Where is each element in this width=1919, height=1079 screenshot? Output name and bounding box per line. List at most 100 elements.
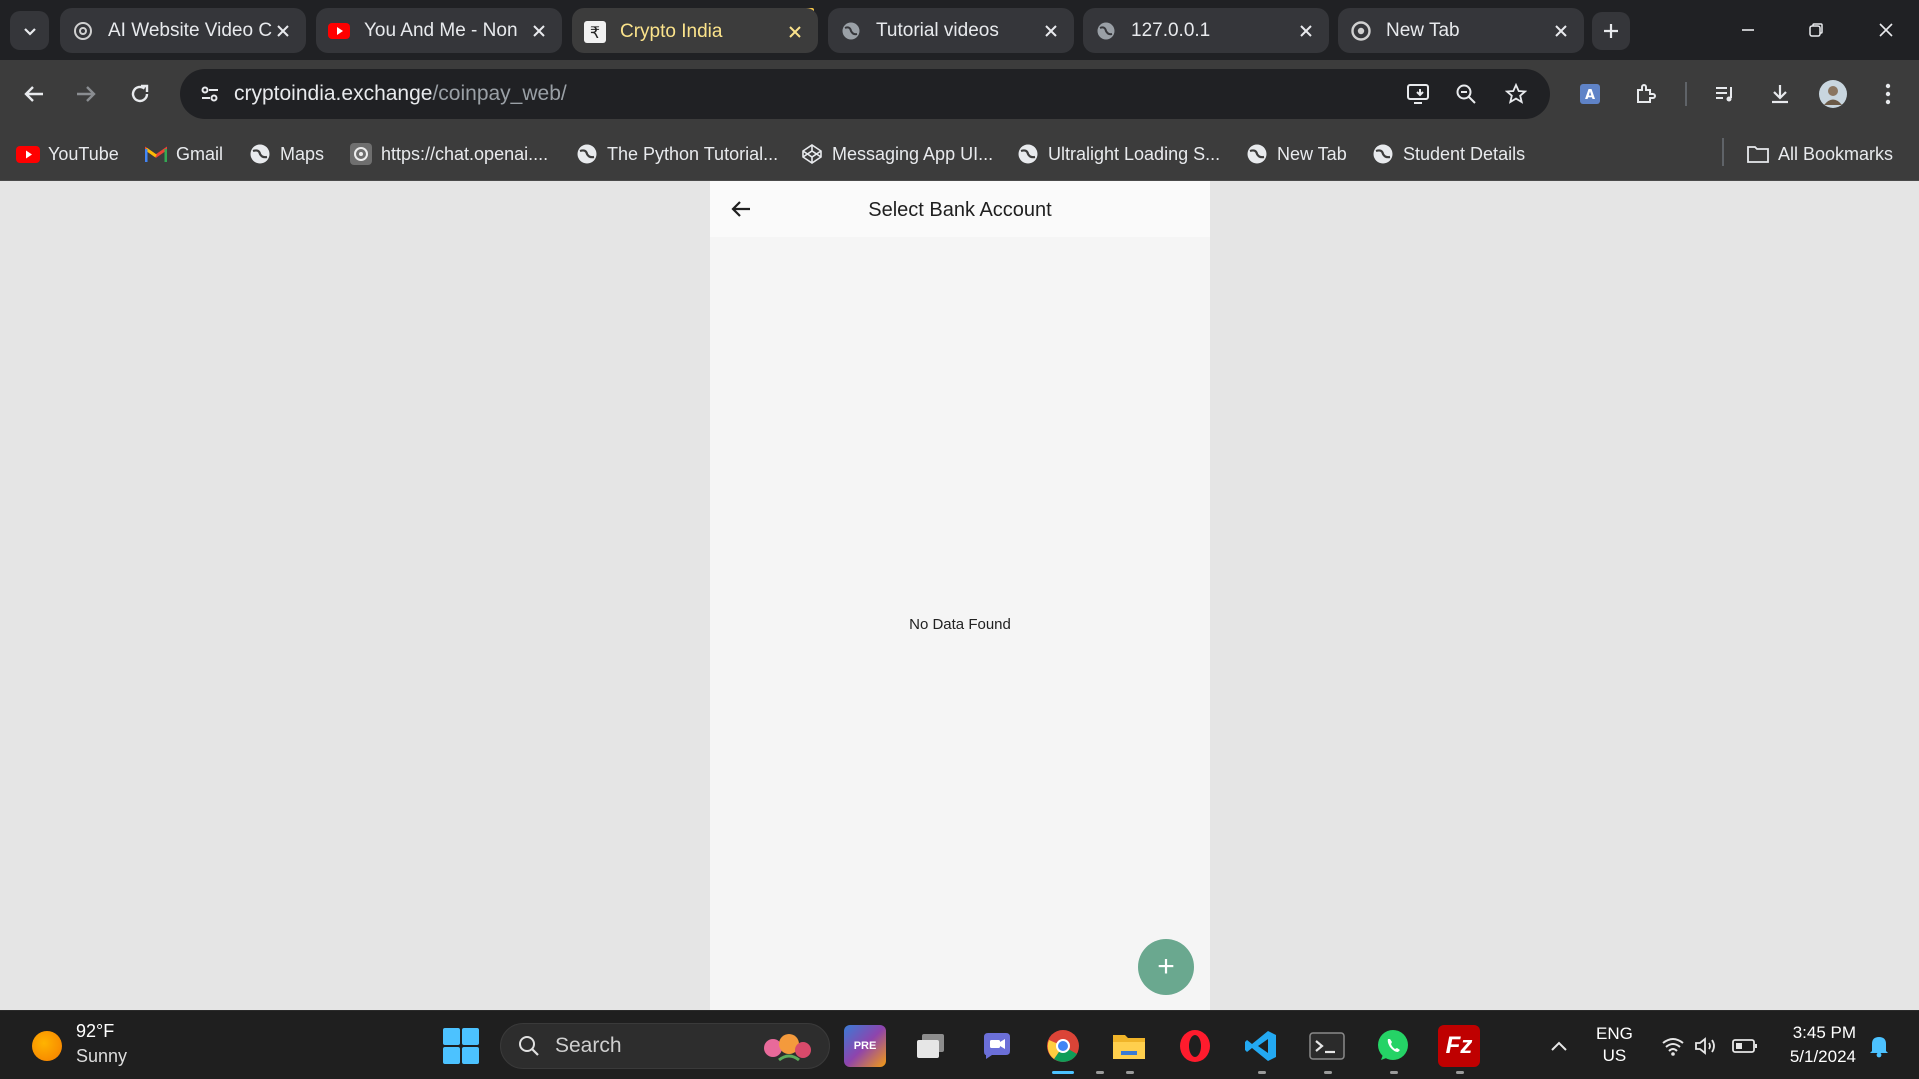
- zoom-icon[interactable]: [1446, 74, 1486, 114]
- filezilla-icon[interactable]: Fz: [1438, 1025, 1480, 1067]
- flowers-decoration-icon: [764, 1034, 811, 1062]
- vscode-icon[interactable]: [1240, 1025, 1282, 1067]
- bookmark-student-details[interactable]: Student Details: [1371, 138, 1525, 170]
- chevron-down-icon: [23, 27, 36, 36]
- bookmark-youtube[interactable]: YouTube: [16, 138, 119, 170]
- language-indicator[interactable]: ENG US: [1596, 1023, 1633, 1067]
- tab-new-tab[interactable]: New Tab: [1338, 8, 1584, 53]
- bookmark-python-tutorial[interactable]: The Python Tutorial...: [575, 138, 778, 170]
- tab-you-and-me[interactable]: You And Me - Non: [316, 8, 562, 53]
- reload-icon: [131, 84, 149, 103]
- vscode-running-indicator: [1258, 1071, 1266, 1074]
- downloads-icon[interactable]: [1760, 74, 1800, 114]
- weather-sun-icon[interactable]: [32, 1031, 62, 1061]
- meet-video-icon[interactable]: [976, 1025, 1018, 1067]
- back-button[interactable]: [14, 74, 54, 114]
- terminal-running-indicator: [1324, 1071, 1332, 1074]
- tab-crypto-india[interactable]: ₹ Crypto India: [572, 8, 818, 53]
- terminal-icon[interactable]: [1306, 1025, 1348, 1067]
- windows-logo-pane: [462, 1028, 479, 1045]
- filezilla-running-indicator: [1456, 1071, 1464, 1074]
- minimize-button[interactable]: [1724, 10, 1772, 50]
- wifi-icon[interactable]: [1660, 1033, 1686, 1059]
- toolbar-divider: [1685, 82, 1687, 106]
- svg-text:₹: ₹: [590, 23, 600, 42]
- system-clock[interactable]: 3:45 PM 5/1/2024: [1780, 1021, 1856, 1069]
- url-host: cryptoindia.exchange: [234, 82, 433, 105]
- battery-icon[interactable]: [1732, 1033, 1758, 1059]
- media-controls-icon[interactable]: [1705, 74, 1745, 114]
- restore-button[interactable]: [1792, 10, 1840, 50]
- globe-icon: [1371, 142, 1395, 166]
- close-icon[interactable]: [1040, 20, 1062, 42]
- extensions-puzzle-icon[interactable]: [1626, 74, 1666, 114]
- openai-icon: [349, 142, 373, 166]
- filezilla-logo-icon: Fz: [1445, 1032, 1473, 1059]
- tab-ai-website-video[interactable]: AI Website Video C: [60, 8, 306, 53]
- rupee-icon: ₹: [584, 21, 606, 43]
- arrow-right-icon: [77, 86, 96, 102]
- clock-date: 5/1/2024: [1789, 1047, 1856, 1066]
- bookmark-label: Messaging App UI...: [832, 143, 994, 164]
- close-icon[interactable]: [1295, 20, 1317, 42]
- tab-search-button[interactable]: [10, 11, 49, 50]
- app-container: Select Bank Account No Data Found +: [710, 181, 1210, 1010]
- bookmark-new-tab[interactable]: New Tab: [1245, 138, 1347, 170]
- start-button[interactable]: [443, 1028, 479, 1064]
- task-view-icon[interactable]: [910, 1025, 952, 1067]
- address-bar[interactable]: cryptoindia.exchange/coinpay_web/: [180, 69, 1550, 119]
- bookmark-messaging-app[interactable]: Messaging App UI...: [800, 138, 993, 170]
- search-label: Search: [555, 1034, 622, 1057]
- bookmark-label: The Python Tutorial...: [607, 143, 779, 164]
- install-app-icon[interactable]: [1398, 74, 1438, 114]
- empty-state-message: No Data Found: [909, 616, 1011, 633]
- bookmark-chat-openai[interactable]: https://chat.openai....: [349, 138, 548, 170]
- clock-time: 3:45 PM: [1792, 1023, 1856, 1042]
- site-info-icon[interactable]: [190, 74, 230, 114]
- url-text: cryptoindia.exchange/coinpay_web/: [234, 82, 567, 106]
- explorer-running-indicator: [1126, 1071, 1134, 1074]
- menu-kebab-icon[interactable]: [1868, 74, 1908, 114]
- taskbar-search[interactable]: Search: [500, 1023, 830, 1069]
- close-icon[interactable]: [528, 20, 550, 42]
- folder-icon: [1746, 142, 1770, 166]
- windows-logo-pane: [443, 1047, 460, 1064]
- chrome-app-icon[interactable]: [1042, 1025, 1084, 1067]
- volume-icon[interactable]: [1693, 1033, 1719, 1059]
- bookmark-maps[interactable]: Maps: [248, 138, 324, 170]
- bookmark-ultralight-loading[interactable]: Ultralight Loading S...: [1016, 138, 1220, 170]
- bookmark-star-icon[interactable]: [1496, 74, 1536, 114]
- close-icon[interactable]: [272, 20, 294, 42]
- new-tab-button[interactable]: [1592, 12, 1630, 50]
- whatsapp-icon[interactable]: [1372, 1025, 1414, 1067]
- file-explorer-icon[interactable]: [1108, 1025, 1150, 1067]
- bookmark-gmail[interactable]: Gmail: [144, 138, 223, 170]
- all-bookmarks-button[interactable]: All Bookmarks: [1746, 138, 1893, 170]
- bookmarks-divider: [1722, 138, 1724, 166]
- globe-icon: [1016, 142, 1040, 166]
- profile-avatar[interactable]: [1813, 74, 1853, 114]
- browser-toolbar: cryptoindia.exchange/coinpay_web/ A: [0, 60, 1919, 128]
- chevron-up-icon[interactable]: [1546, 1033, 1572, 1059]
- forward-button[interactable]: [66, 74, 106, 114]
- opera-browser-icon[interactable]: [1174, 1025, 1216, 1067]
- close-icon[interactable]: [784, 21, 806, 43]
- bookmark-label: Ultralight Loading S...: [1048, 143, 1221, 164]
- tab-localhost[interactable]: 127.0.0.1: [1083, 8, 1329, 53]
- notification-bell-icon[interactable]: [1866, 1033, 1892, 1059]
- close-icon[interactable]: [1550, 20, 1572, 42]
- tab-title: You And Me - Non: [364, 19, 518, 41]
- reload-button[interactable]: [120, 74, 160, 114]
- tab-strip: AI Website Video C You And Me - Non ₹ Cr…: [0, 0, 1919, 60]
- close-window-button[interactable]: [1862, 10, 1910, 50]
- bookmarks-bar: YouTube Gmail Maps https://chat.openai..…: [0, 128, 1919, 181]
- whatsapp-running-indicator: [1390, 1071, 1398, 1074]
- windows-logo-pane: [443, 1028, 460, 1045]
- globe-icon: [248, 142, 272, 166]
- tab-tutorial-videos[interactable]: Tutorial videos: [828, 8, 1074, 53]
- add-bank-account-button[interactable]: +: [1138, 939, 1194, 995]
- codepen-icon: [800, 142, 824, 166]
- tab-title: New Tab: [1386, 19, 1460, 41]
- copilot-app-icon[interactable]: PRE: [844, 1025, 886, 1067]
- translate-extension-icon[interactable]: A: [1570, 74, 1610, 114]
